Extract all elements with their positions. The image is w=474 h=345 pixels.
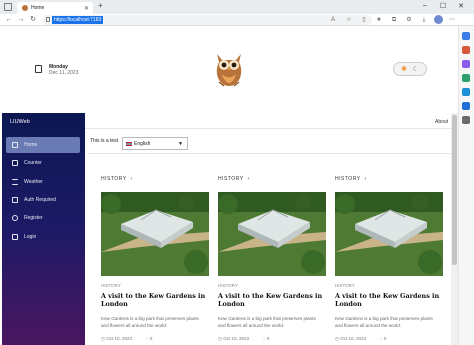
kew-gardens-image[interactable] xyxy=(335,192,443,276)
card-date: Oct 10, 2023 xyxy=(340,336,366,341)
sidebar-add-icon[interactable] xyxy=(462,116,470,124)
article-card[interactable]: HISTORY › HISTORY A visit to the Kew Gard… xyxy=(218,172,326,345)
sidebar-item-login[interactable]: Login xyxy=(6,229,80,245)
clock-icon: ◷ Oct 10, 2023 xyxy=(335,336,366,341)
back-icon[interactable]: ← xyxy=(4,14,14,26)
header-date: Dec 11, 2023 xyxy=(49,70,79,76)
top-row xyxy=(85,113,451,129)
shopping-icon[interactable] xyxy=(462,74,470,82)
brand-name[interactable]: LIUWeb xyxy=(10,119,30,125)
sidebar-item-label: Auth Required xyxy=(24,197,56,203)
article-card[interactable]: HISTORY › HISTORY A visit to the Kew Gard… xyxy=(101,172,209,345)
sidebar-item-label: Counter xyxy=(24,160,42,166)
card-category: HISTORY xyxy=(335,283,355,288)
lock-icon xyxy=(46,17,50,22)
forward-icon[interactable]: → xyxy=(16,14,26,26)
card-description: Kew Gardens is a big park that preserves… xyxy=(101,316,199,328)
kew-gardens-image[interactable] xyxy=(101,192,209,276)
card-date: Oct 10, 2023 xyxy=(106,336,132,341)
sidebar-item-weather[interactable]: Weather xyxy=(6,174,80,190)
scrollbar-thumb[interactable] xyxy=(452,115,457,265)
clock-icon: ◷ Oct 10, 2023 xyxy=(218,336,249,341)
card-description: Kew Gardens is a big park that preserves… xyxy=(218,316,316,328)
section-title[interactable]: HISTORY xyxy=(218,176,244,182)
sidebar-item-counter[interactable]: Counter xyxy=(6,155,80,171)
sidebar-item-register[interactable]: Register xyxy=(6,210,80,226)
card-category: HISTORY xyxy=(218,283,238,288)
chevron-right-icon[interactable]: › xyxy=(131,176,133,182)
user-icon xyxy=(12,215,18,221)
moon-icon: ☾ xyxy=(412,66,420,73)
sidebar-item-label: Login xyxy=(24,234,37,240)
card-count: 0 xyxy=(149,336,153,341)
language-select[interactable]: English ▼ xyxy=(122,137,188,150)
more-menu-icon[interactable]: ⋯ xyxy=(447,15,457,25)
chevron-right-icon[interactable]: › xyxy=(365,176,367,182)
profile-avatar[interactable] xyxy=(434,15,443,24)
outlook-icon[interactable] xyxy=(462,88,470,96)
url-text[interactable]: https://localhost:7183 xyxy=(52,16,104,24)
tab-title: Home xyxy=(31,5,45,11)
collections-icon[interactable]: ⧉ xyxy=(389,15,399,25)
downloads-icon[interactable]: ⤓ xyxy=(419,15,429,25)
tab-actions-icon[interactable] xyxy=(4,3,12,11)
chevron-right-icon[interactable]: › xyxy=(248,176,250,182)
kew-gardens-image[interactable] xyxy=(218,192,326,276)
login-icon xyxy=(12,234,18,240)
sidebar-item-label: Home xyxy=(24,142,38,148)
card-date: Oct 10, 2023 xyxy=(223,336,249,341)
section-title[interactable]: HISTORY xyxy=(335,176,361,182)
browser-tab[interactable]: Home ✕ xyxy=(17,2,93,14)
card-category: HISTORY xyxy=(101,283,121,288)
chevron-down-icon: ▼ xyxy=(178,140,183,147)
minimize-icon[interactable]: – xyxy=(418,2,432,9)
list-icon xyxy=(12,179,18,185)
new-tab-button[interactable]: + xyxy=(98,1,103,10)
lock-icon xyxy=(12,197,18,203)
favorite-star-icon[interactable]: ☆ xyxy=(344,15,354,25)
comment-icon: ◌ 0 xyxy=(262,336,270,341)
calendar-icon xyxy=(35,65,42,73)
address-bar[interactable]: https://localhost:7183 xyxy=(42,15,372,25)
sidebar-item-home[interactable]: Home xyxy=(6,137,80,153)
section-title[interactable]: HISTORY xyxy=(101,176,127,182)
tab-close-icon[interactable]: ✕ xyxy=(84,5,89,12)
split-screen-icon[interactable]: ▯ xyxy=(359,15,369,25)
read-aloud-icon[interactable]: A xyxy=(328,15,338,25)
search-icon[interactable] xyxy=(462,32,470,40)
sidebar-item-label: Register xyxy=(24,215,43,221)
about-link[interactable]: About xyxy=(435,119,448,125)
sidebar-item-label: Weather xyxy=(24,179,43,185)
card-title[interactable]: A visit to the Kew Gardens in London xyxy=(218,292,326,308)
card-title[interactable]: A visit to the Kew Gardens in London xyxy=(335,292,443,308)
tools-icon[interactable] xyxy=(462,46,470,54)
uk-flag-icon xyxy=(126,141,132,146)
card-count: 0 xyxy=(266,336,270,341)
language-selected: English xyxy=(134,140,151,147)
comment-icon: ◌ 0 xyxy=(145,336,153,341)
sidebar-item-auth-required[interactable]: Auth Required xyxy=(6,192,80,208)
maximize-icon[interactable]: ☐ xyxy=(436,2,450,10)
games-icon[interactable] xyxy=(462,60,470,68)
extensions-icon[interactable]: ⚙ xyxy=(404,15,414,25)
owl-logo xyxy=(216,54,242,87)
window-close-icon[interactable]: ✕ xyxy=(454,2,468,10)
card-count: 0 xyxy=(383,336,387,341)
test-text: This is a test xyxy=(90,138,119,144)
favorites-icon[interactable]: ★ xyxy=(374,15,384,25)
comment-icon: ◌ 0 xyxy=(379,336,387,341)
refresh-icon[interactable]: ↻ xyxy=(28,14,38,26)
divider xyxy=(88,153,451,154)
home-icon xyxy=(12,142,18,148)
clock-icon: ◷ Oct 10, 2023 xyxy=(101,336,132,341)
office-icon[interactable] xyxy=(462,102,470,110)
plus-icon xyxy=(12,160,18,166)
article-card[interactable]: HISTORY › HISTORY A visit to the Kew Gard… xyxy=(335,172,443,345)
card-title[interactable]: A visit to the Kew Gardens in London xyxy=(101,292,209,308)
theme-toggle[interactable]: ✺ ☾ xyxy=(393,62,427,76)
card-description: Kew Gardens is a big park that preserves… xyxy=(335,316,433,328)
owl-favicon-icon xyxy=(22,5,28,11)
sun-icon: ✺ xyxy=(400,66,407,73)
